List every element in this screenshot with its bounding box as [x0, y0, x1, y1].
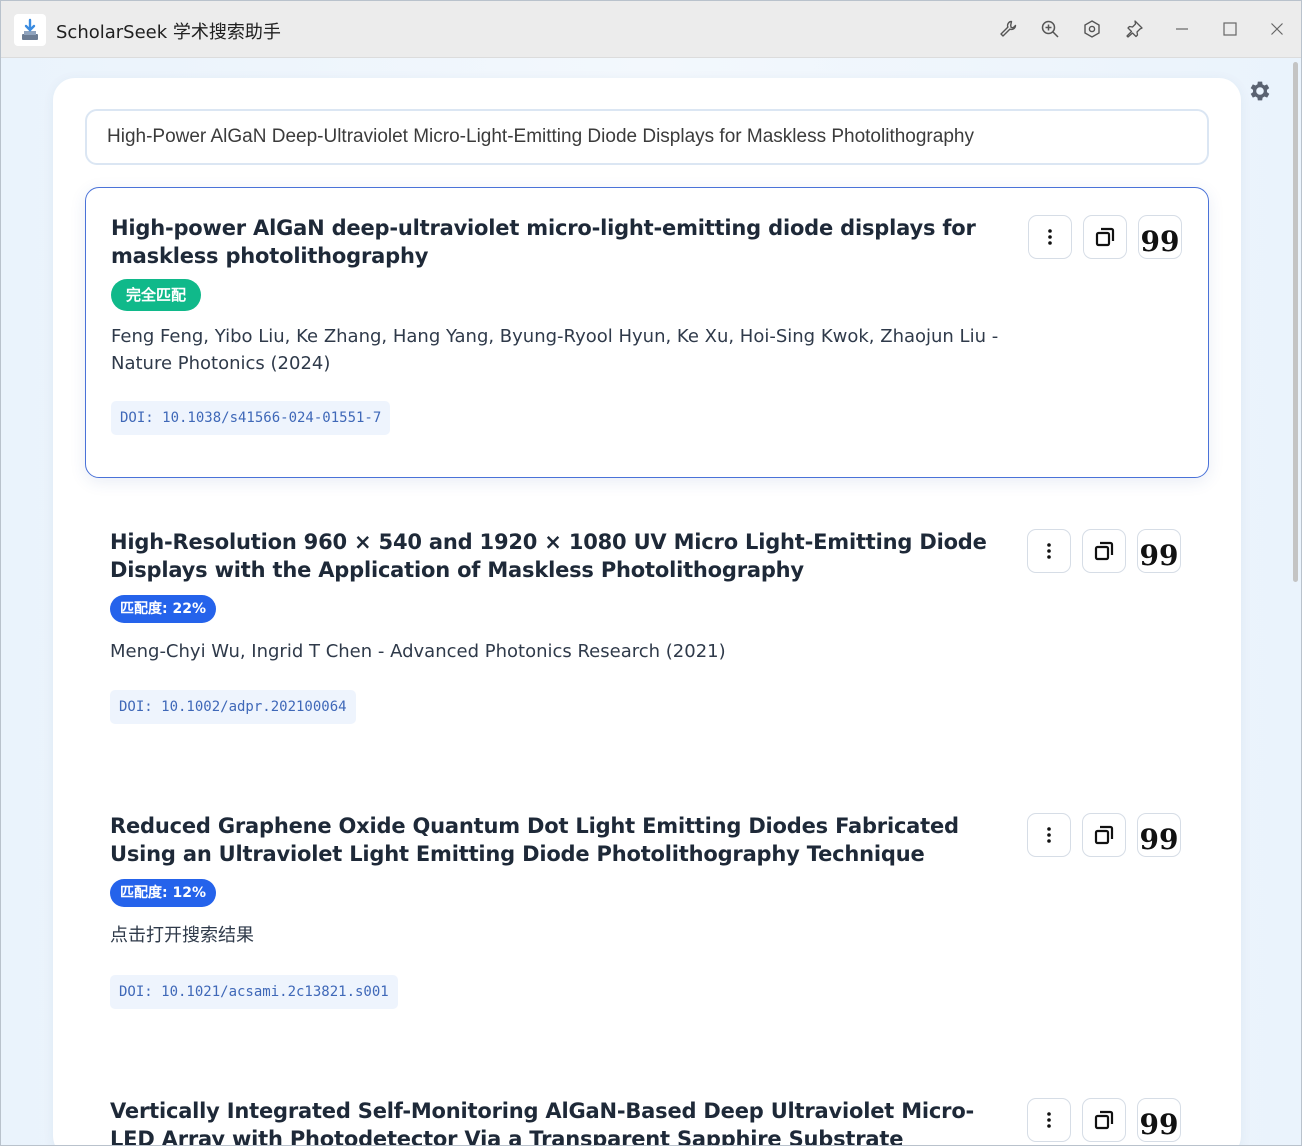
more-vertical-icon	[1047, 1112, 1051, 1128]
app-window: ScholarSeek 学术搜索助手 High-Power AlGaN Deep…	[0, 0, 1302, 1146]
window-title: ScholarSeek 学术搜索助手	[56, 22, 281, 43]
more-vertical-icon	[1047, 543, 1051, 559]
titlebar: ScholarSeek 学术搜索助手	[1, 1, 1301, 58]
more-button[interactable]	[1027, 813, 1071, 857]
copy-button[interactable]	[1082, 813, 1126, 857]
cite-button[interactable]: 99	[1137, 813, 1181, 857]
hexagon-settings-icon[interactable]	[1076, 13, 1108, 45]
copy-icon	[1094, 1110, 1114, 1130]
more-button[interactable]	[1028, 215, 1072, 259]
more-button[interactable]	[1027, 1098, 1071, 1142]
more-button[interactable]	[1027, 529, 1071, 573]
copy-icon	[1094, 541, 1114, 561]
cite-button[interactable]: 99	[1138, 215, 1182, 259]
result-card[interactable]: Reduced Graphene Oxide Quantum Dot Light…	[85, 786, 1209, 1048]
quote-icon: 99	[1139, 1108, 1179, 1141]
more-vertical-icon	[1047, 827, 1051, 843]
result-authors: 点击打开搜索结果	[110, 925, 254, 946]
close-icon[interactable]	[1261, 13, 1293, 45]
result-card[interactable]: High-power AlGaN deep-ultraviolet micro-…	[85, 187, 1209, 478]
maximize-icon[interactable]	[1214, 13, 1246, 45]
copy-button[interactable]	[1082, 1098, 1126, 1142]
quote-icon: 99	[1140, 225, 1180, 258]
result-title[interactable]: Reduced Graphene Oxide Quantum Dot Light…	[110, 812, 990, 868]
result-authors: Meng-Chyi Wu, Ingrid T Chen - Advanced P…	[110, 641, 726, 662]
doi-label[interactable]: DOI: 10.1038/s41566-024-01551-7	[111, 401, 391, 435]
quote-icon: 99	[1139, 823, 1179, 856]
app-logo-icon	[14, 14, 46, 46]
copy-icon	[1094, 825, 1114, 845]
search-input[interactable]	[85, 109, 1209, 165]
gear-icon[interactable]	[1247, 78, 1273, 104]
wrench-icon[interactable]	[992, 13, 1024, 45]
more-vertical-icon	[1048, 229, 1052, 245]
results-panel: High-power AlGaN deep-ultraviolet micro-…	[53, 78, 1241, 1145]
result-title[interactable]: Vertically Integrated Self-Monitoring Al…	[110, 1097, 990, 1145]
minimize-icon[interactable]	[1166, 13, 1198, 45]
scrollbar[interactable]	[1290, 58, 1301, 1145]
copy-button[interactable]	[1082, 529, 1126, 573]
pin-icon[interactable]	[1118, 13, 1150, 45]
result-authors: Feng Feng, Yibo Liu, Ke Zhang, Hang Yang…	[111, 326, 999, 374]
match-badge: 完全匹配	[111, 279, 202, 311]
scrollbar-thumb[interactable]	[1293, 62, 1298, 582]
result-title[interactable]: High-power AlGaN deep-ultraviolet micro-…	[111, 214, 991, 270]
result-card[interactable]: Vertically Integrated Self-Monitoring Al…	[85, 1071, 1209, 1145]
quote-icon: 99	[1139, 539, 1179, 572]
result-card[interactable]: High-Resolution 960 × 540 and 1920 × 108…	[85, 502, 1209, 764]
zoom-in-icon[interactable]	[1034, 13, 1066, 45]
doi-label[interactable]: DOI: 10.1002/adpr.202100064	[110, 690, 356, 724]
copy-icon	[1095, 227, 1115, 247]
cite-button[interactable]: 99	[1137, 529, 1181, 573]
doi-label[interactable]: DOI: 10.1021/acsami.2c13821.s001	[110, 975, 398, 1009]
cite-button[interactable]: 99	[1137, 1098, 1181, 1142]
match-badge: 匹配度: 22%	[110, 595, 216, 623]
copy-button[interactable]	[1083, 215, 1127, 259]
result-title[interactable]: High-Resolution 960 × 540 and 1920 × 108…	[110, 528, 990, 584]
match-badge: 匹配度: 12%	[110, 879, 216, 907]
